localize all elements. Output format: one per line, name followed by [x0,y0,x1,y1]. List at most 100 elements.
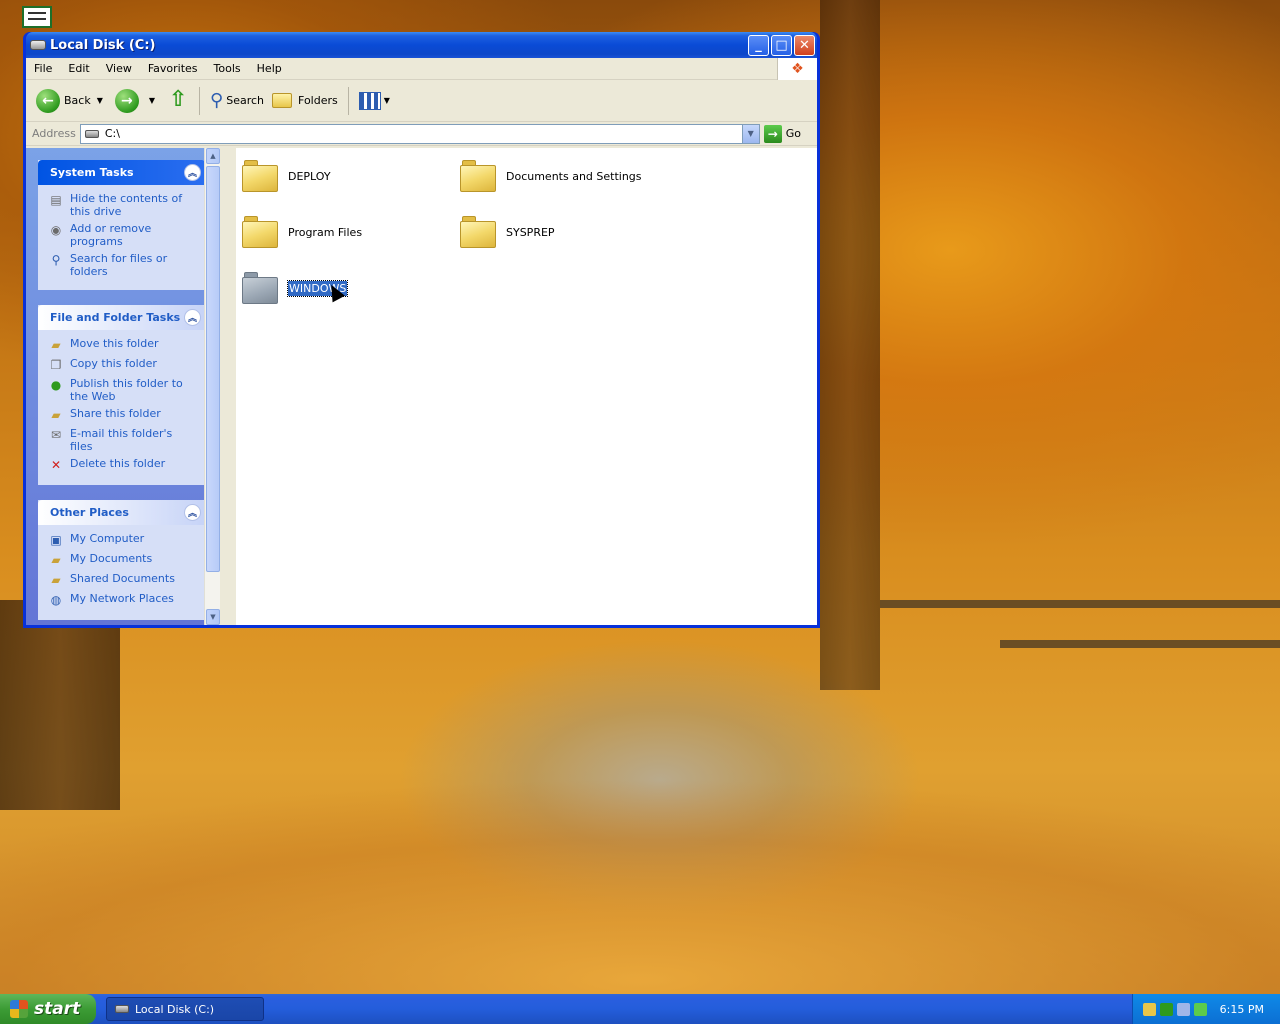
folder-icon: ▰ [51,573,61,587]
task-share-folder[interactable]: ▰ Share this folder [48,407,198,423]
collapse-icon[interactable]: ︽ [184,164,201,181]
wallpaper-fence [1000,640,1280,648]
views-button[interactable]: ▼ [355,83,398,119]
search-button[interactable]: ⚲ Search [206,83,268,119]
folders-button[interactable]: Folders [268,83,342,119]
back-dropdown-icon[interactable]: ▼ [97,96,103,105]
go-arrow-icon: → [763,124,782,143]
toolbar-separator [347,86,349,115]
tray-safely-remove-icon[interactable] [1194,1002,1207,1016]
menu-bar: File Edit View Favorites Tools Help ❖ [26,58,817,80]
folder-icon [242,216,278,248]
taskpane-scrollbar[interactable]: ▲ ▼ [204,148,220,625]
place-my-computer[interactable]: ▣ My Computer [48,532,198,548]
task-label: Hide the contents of this drive [70,192,183,218]
drive-icon [30,40,46,50]
file-list: DEPLOY Documents and Settings Program Fi… [236,148,817,625]
task-search-files[interactable]: ⚲ Search for files or folders [48,252,198,278]
menu-view[interactable]: View [98,62,140,75]
title-bar[interactable]: Local Disk (C:) _ □ ✕ [26,32,817,58]
search-icon: ⚲ [210,90,224,111]
go-button[interactable]: → Go [763,124,811,143]
task-hide-drive-contents[interactable]: ▤ Hide the contents of this drive [48,192,198,218]
task-label: Share this folder [70,407,161,420]
place-my-documents[interactable]: ▰ My Documents [48,552,198,568]
tray-security-icon[interactable] [1143,1002,1156,1016]
task-label: Add or remove programs [70,222,152,248]
file-folder-tasks-header[interactable]: File and Folder Tasks ︽ [38,305,206,330]
folder-icon [460,160,496,192]
go-label: Go [785,127,801,140]
folder-item-sysprep[interactable]: SYSPREP [460,210,670,254]
maximize-button[interactable]: □ [771,34,792,56]
back-arrow-icon: ← [36,88,60,113]
address-bar: Address C:\ ▼ → Go [26,122,817,146]
scroll-thumb[interactable] [206,166,220,572]
drive-icon [115,1005,129,1013]
menu-file[interactable]: File [26,62,60,75]
place-label: My Computer [70,532,145,545]
menu-help[interactable]: Help [249,62,290,75]
other-places-header[interactable]: Other Places ︽ [38,500,206,525]
tray-status-icon[interactable] [1160,1002,1173,1016]
desktop-shortcut-icon[interactable] [22,6,52,28]
folder-item-program-files[interactable]: Program Files [242,210,452,254]
network-icon: ◍ [50,593,62,607]
standard-toolbar: ← Back ▼ → ▼ ⇧ ⚲ Search Folders ▼ [26,80,817,122]
task-move-folder[interactable]: ▰ Move this folder [48,337,198,353]
explorer-window: Local Disk (C:) _ □ ✕ File Edit View Fav… [23,32,820,628]
task-add-remove-programs[interactable]: ◉ Add or remove programs [48,222,198,248]
menu-tools[interactable]: Tools [206,62,249,75]
scroll-up-icon[interactable]: ▲ [206,148,220,164]
system-tray: 6:15 PM [1132,994,1280,1024]
folder-name: Program Files [288,225,363,239]
system-tasks-header[interactable]: System Tasks ︽ [38,160,206,185]
taskbar-item-local-disk[interactable]: Local Disk (C:) [106,997,264,1021]
menu-favorites[interactable]: Favorites [140,62,206,75]
collapse-icon[interactable]: ︽ [184,309,201,326]
close-button[interactable]: ✕ [794,34,815,56]
place-label: Shared Documents [70,572,175,585]
back-button[interactable]: ← Back ▼ [32,83,111,119]
wallpaper-tree [0,600,120,810]
up-button[interactable]: ⇧ [163,83,193,119]
task-copy-folder[interactable]: ❐ Copy this folder [48,357,198,373]
views-dropdown-icon: ▼ [383,96,390,105]
wallpaper-fence [880,600,1280,608]
place-my-network-places[interactable]: ◍ My Network Places [48,592,198,608]
start-button[interactable]: start [0,994,96,1024]
forward-button[interactable]: → ▼ [111,83,163,119]
system-folder-icon [242,272,278,304]
wallpaper-tree [820,0,880,690]
minimize-button[interactable]: _ [748,34,769,56]
address-dropdown-icon[interactable]: ▼ [741,124,759,143]
collapse-icon[interactable]: ︽ [184,504,201,521]
search-label: Search [226,94,265,107]
task-email-files[interactable]: ✉ E-mail this folder's files [48,427,198,453]
desktop-wallpaper [0,640,1280,995]
forward-arrow-icon: → [114,88,139,113]
back-label: Back [64,94,91,107]
folder-name: DEPLOY [288,169,331,183]
documents-icon: ▰ [51,553,61,567]
tray-network-icon[interactable] [1177,1002,1190,1016]
forward-dropdown-icon[interactable]: ▼ [149,96,155,105]
menu-edit[interactable]: Edit [60,62,97,75]
place-shared-documents[interactable]: ▰ Shared Documents [48,572,198,588]
copy-icon: ❐ [50,358,62,372]
address-input[interactable]: C:\ ▼ [79,123,760,144]
task-publish-web[interactable]: ● Publish this folder to the Web [48,377,198,403]
task-delete-folder[interactable]: ✕ Delete this folder [48,457,198,473]
task-label: Delete this folder [70,457,166,470]
folder-item-windows[interactable]: WINDOWS [242,266,452,310]
windows-flag-icon: ❖ [777,58,817,80]
clock[interactable]: 6:15 PM [1220,1003,1264,1016]
folder-name: SYSPREP [506,225,555,239]
toolbar-separator [199,86,201,115]
address-label: Address [32,127,76,140]
computer-icon: ▣ [50,533,62,547]
scroll-down-icon[interactable]: ▼ [206,609,220,625]
other-places-panel: Other Places ︽ ▣ My Computer ▰ My Docume… [38,500,206,620]
folder-item-deploy[interactable]: DEPLOY [242,154,452,198]
folder-item-documents-and-settings[interactable]: Documents and Settings [460,154,670,198]
